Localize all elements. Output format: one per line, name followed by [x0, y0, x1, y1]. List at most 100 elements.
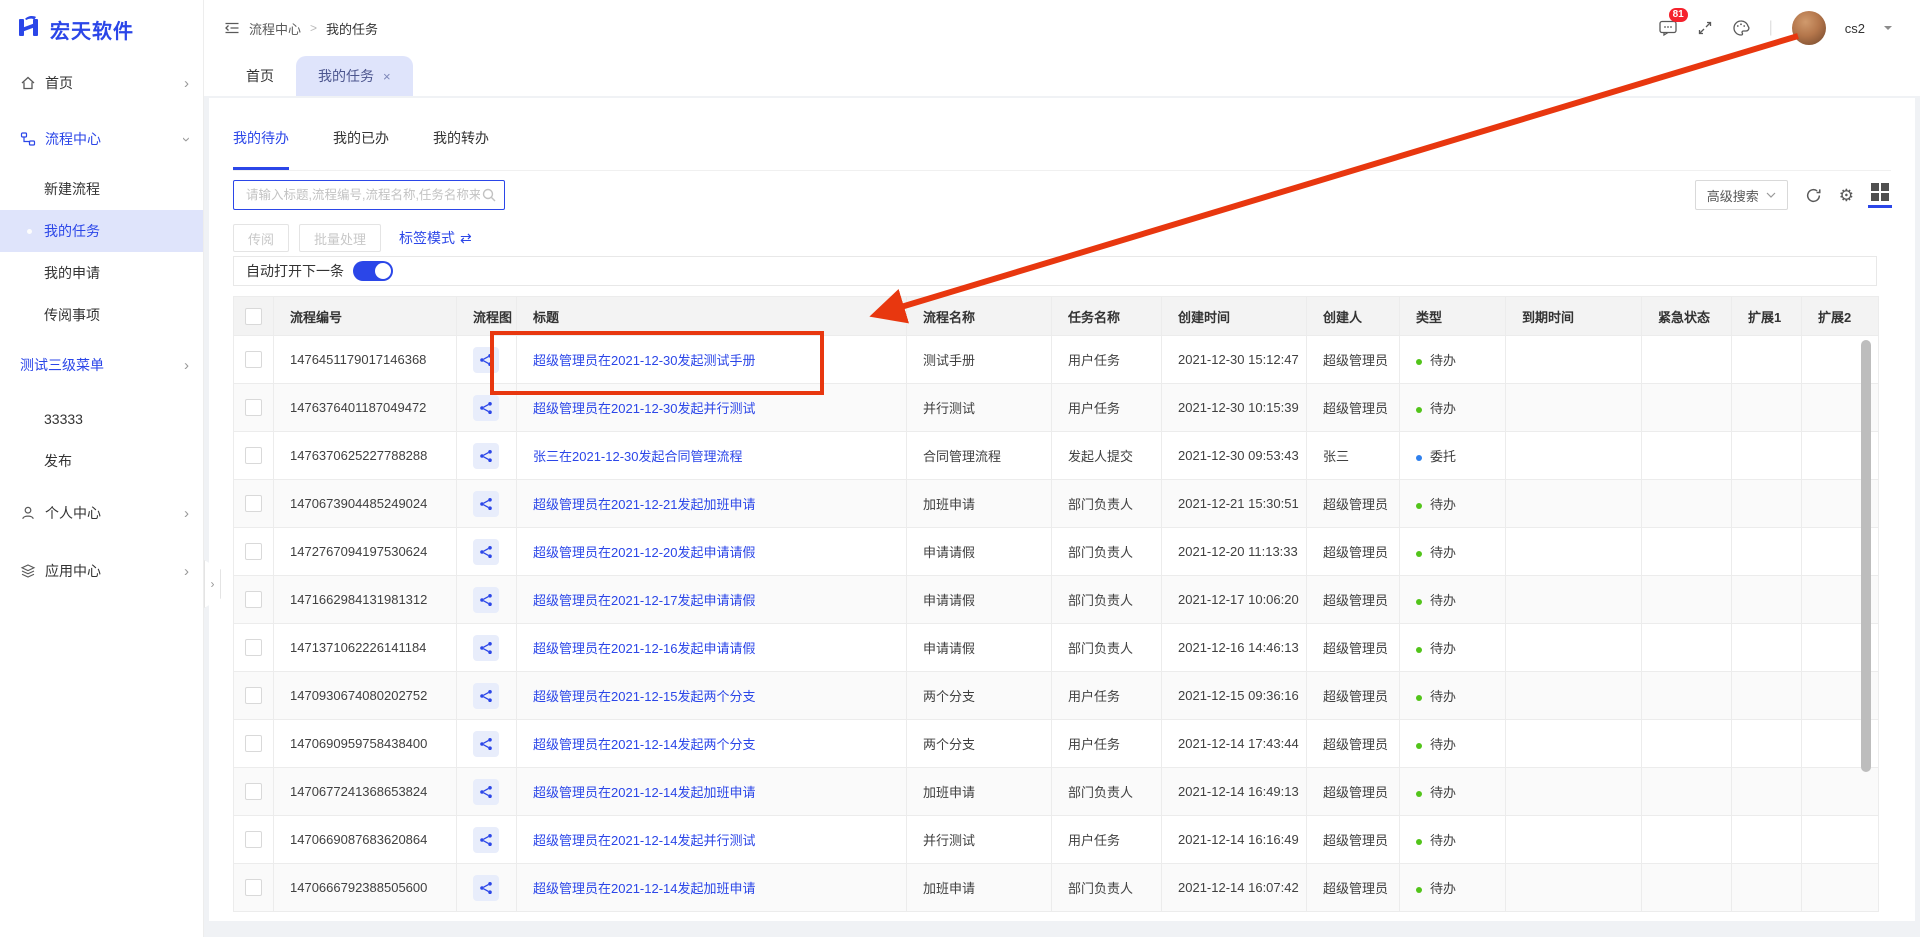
settings-gear-icon[interactable]: ⚙	[1839, 187, 1854, 204]
table-row[interactable]: 1471371062226141184 超级管理员在2021-12-16发起申请…	[234, 624, 1879, 672]
row-checkbox[interactable]	[245, 879, 262, 896]
advanced-search-label: 高级搜索	[1707, 186, 1759, 205]
breadcrumb-parent[interactable]: 流程中心	[249, 19, 301, 38]
flow-diagram-button[interactable]	[473, 539, 499, 565]
row-checkbox[interactable]	[245, 495, 262, 512]
created-time-cell: 2021-12-15 09:36:16	[1162, 672, 1307, 720]
messages-button[interactable]: 81	[1658, 18, 1678, 38]
flow-diagram-button[interactable]	[473, 827, 499, 853]
row-checkbox[interactable]	[245, 735, 262, 752]
search-icon[interactable]	[482, 188, 496, 202]
flow-diagram-button[interactable]	[473, 875, 499, 901]
row-checkbox[interactable]	[245, 399, 262, 416]
task-title-link[interactable]: 超级管理员在2021-12-21发起加班申请	[533, 497, 756, 512]
user-avatar[interactable]	[1792, 11, 1826, 45]
task-title-link[interactable]: 超级管理员在2021-12-14发起两个分支	[533, 737, 756, 752]
sidebar-item-7[interactable]: 33333	[0, 398, 203, 440]
auto-open-toggle[interactable]	[353, 261, 393, 281]
search-input[interactable]	[244, 187, 482, 203]
sidebar-item-label: 我的申请	[44, 263, 100, 283]
flow-diagram-button[interactable]	[473, 731, 499, 757]
page-tab[interactable]: 我的任务 ×	[296, 56, 413, 96]
task-title-link[interactable]: 超级管理员在2021-12-15发起两个分支	[533, 689, 756, 704]
flow-diagram-button[interactable]	[473, 395, 499, 421]
creator-cell: 超级管理员	[1307, 336, 1400, 384]
advanced-search-button[interactable]: 高级搜索	[1695, 180, 1788, 210]
row-checkbox[interactable]	[245, 831, 262, 848]
task-title-link[interactable]: 超级管理员在2021-12-14发起加班申请	[533, 785, 756, 800]
sidebar-item-3[interactable]: 我的任务	[0, 210, 203, 252]
flow-diagram-button[interactable]	[473, 683, 499, 709]
batch-process-button[interactable]: 批量处理	[299, 224, 381, 252]
flow-diagram-button[interactable]	[473, 587, 499, 613]
sidebar-item-2[interactable]: 新建流程	[0, 168, 203, 210]
username[interactable]: cs2	[1845, 21, 1865, 36]
process-id-cell: 1470669087683620864	[274, 816, 457, 864]
flow-diagram-button[interactable]	[473, 443, 499, 469]
tag-mode-link[interactable]: 标签模式 ⇄	[399, 228, 472, 248]
task-title-link[interactable]: 张三在2021-12-30发起合同管理流程	[533, 449, 743, 464]
table-row[interactable]: 1471662984131981312 超级管理员在2021-12-17发起申请…	[234, 576, 1879, 624]
flow-diagram-button[interactable]	[473, 635, 499, 661]
table-row[interactable]: 1472767094197530624 超级管理员在2021-12-20发起申请…	[234, 528, 1879, 576]
table-row[interactable]: 1470690959758438400 超级管理员在2021-12-14发起两个…	[234, 720, 1879, 768]
sidebar-item-9[interactable]: 个人中心 ›	[0, 492, 203, 534]
task-title-link[interactable]: 超级管理员在2021-12-17发起申请请假	[533, 593, 756, 608]
row-checkbox[interactable]	[245, 783, 262, 800]
table-row[interactable]: 1470673904485249024 超级管理员在2021-12-21发起加班…	[234, 480, 1879, 528]
table-row[interactable]: 1470930674080202752 超级管理员在2021-12-15发起两个…	[234, 672, 1879, 720]
theme-palette-icon[interactable]	[1732, 19, 1750, 37]
urgency-cell	[1642, 480, 1732, 528]
task-title-link[interactable]: 超级管理员在2021-12-16发起申请请假	[533, 641, 756, 656]
process-id-cell: 1472767094197530624	[274, 528, 457, 576]
row-checkbox[interactable]	[245, 447, 262, 464]
table-row[interactable]: 1476451179017146368 超级管理员在2021-12-30发起测试…	[234, 336, 1879, 384]
task-title-link[interactable]: 超级管理员在2021-12-30发起并行测试	[533, 401, 756, 416]
sidebar-item-6[interactable]: 测试三级菜单 ›	[0, 344, 203, 386]
row-checkbox[interactable]	[245, 543, 262, 560]
sidebar-item-5[interactable]: 传阅事项	[0, 294, 203, 336]
sidebar-item-icon	[20, 75, 36, 91]
urgency-cell	[1642, 432, 1732, 480]
select-all-checkbox[interactable]	[245, 308, 262, 325]
row-checkbox[interactable]	[245, 351, 262, 368]
fullscreen-icon[interactable]	[1697, 20, 1713, 36]
sidebar-item-4[interactable]: 我的申请	[0, 252, 203, 294]
table-row[interactable]: 1476376401187049472 超级管理员在2021-12-30发起并行…	[234, 384, 1879, 432]
row-checkbox[interactable]	[245, 639, 262, 656]
creator-cell: 超级管理员	[1307, 864, 1400, 912]
table-scrollbar-thumb[interactable]	[1861, 340, 1871, 772]
table-row[interactable]: 1470666792388505600 超级管理员在2021-12-14发起加班…	[234, 864, 1879, 912]
flow-diagram-button[interactable]	[473, 491, 499, 517]
urgency-cell	[1642, 384, 1732, 432]
status-dot	[1416, 839, 1422, 845]
subtab[interactable]: 我的转办	[433, 106, 489, 170]
caret-down-icon[interactable]	[1884, 26, 1892, 34]
process-name-cell: 加班申请	[907, 864, 1052, 912]
task-title-link[interactable]: 超级管理员在2021-12-14发起加班申请	[533, 881, 756, 896]
due-time-cell	[1506, 864, 1642, 912]
subtab[interactable]: 我的待办	[233, 106, 289, 170]
sidebar-item-10[interactable]: 应用中心 ›	[0, 550, 203, 592]
page-tab[interactable]: 首页	[224, 56, 296, 96]
ext1-cell	[1732, 672, 1802, 720]
tab-close-icon[interactable]: ×	[383, 69, 391, 84]
task-title-link[interactable]: 超级管理员在2021-12-14发起并行测试	[533, 833, 756, 848]
refresh-icon[interactable]	[1805, 187, 1822, 204]
grid-view-icon[interactable]	[1871, 183, 1889, 208]
row-checkbox[interactable]	[245, 687, 262, 704]
sidebar-item-1[interactable]: 流程中心 ›	[0, 118, 203, 160]
row-checkbox[interactable]	[245, 591, 262, 608]
flow-diagram-button[interactable]	[473, 779, 499, 805]
task-title-link[interactable]: 超级管理员在2021-12-20发起申请请假	[533, 545, 756, 560]
circulate-button[interactable]: 传阅	[233, 224, 289, 252]
table-row[interactable]: 1470677241368653824 超级管理员在2021-12-14发起加班…	[234, 768, 1879, 816]
table-row[interactable]: 1470669087683620864 超级管理员在2021-12-14发起并行…	[234, 816, 1879, 864]
subtab[interactable]: 我的已办	[333, 106, 389, 170]
table-row[interactable]: 1476370625227788288 张三在2021-12-30发起合同管理流…	[234, 432, 1879, 480]
menu-fold-icon[interactable]	[224, 20, 240, 36]
urgency-cell	[1642, 576, 1732, 624]
sidebar-item-8[interactable]: 发布	[0, 440, 203, 482]
sidebar-item-0[interactable]: 首页 ›	[0, 62, 203, 104]
app-logo[interactable]: 宏天软件	[0, 0, 203, 58]
